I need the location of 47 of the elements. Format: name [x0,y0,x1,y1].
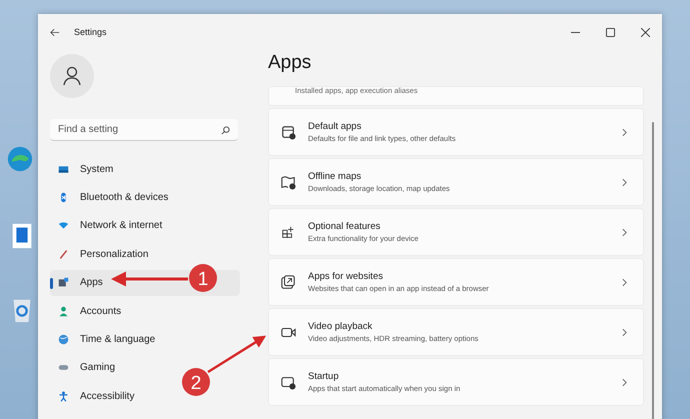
card-icon [281,224,296,240]
card-icon [281,174,296,190]
card-title: Offline maps [308,171,362,182]
annotation-badge [189,264,217,292]
category-icon [58,220,69,232]
category-icon [58,192,69,204]
card-title: Optional features [308,221,382,232]
page-heading: Apps [268,52,312,75]
annotation-arrow [207,336,266,374]
scrollbar-thumb[interactable] [652,122,654,419]
chevron-right-icon [622,178,627,186]
category-icon [58,164,69,175]
card-title: Video playback [308,321,374,332]
category-icon [58,277,69,288]
card-icon [281,124,296,140]
sidebar-item[interactable]: System [50,156,240,182]
card-title: Default apps [308,121,362,132]
sidebar-item[interactable]: Network & internet [50,212,240,240]
category-icon [58,248,69,260]
back-arrow-icon[interactable] [50,28,60,36]
annotation-number: 2 [190,373,202,394]
annotation-badge [182,368,210,396]
card-icon [281,274,296,290]
sidebar-item[interactable]: Bluetooth & devices [50,184,240,211]
selection-indicator [50,278,53,289]
sidebar-item[interactable]: Personalization [50,241,240,268]
close-icon[interactable] [641,28,650,36]
card-icon [281,374,296,390]
chevron-right-icon [622,228,627,236]
category-icon [58,390,69,402]
search-icon [221,126,230,135]
search-field[interactable]: Find a setting [50,119,238,141]
window-title: Settings [74,27,107,37]
sidebar-item[interactable]: Accounts [50,298,240,324]
card-title: Apps for websites [308,271,384,282]
chevron-right-icon [622,328,627,336]
maximize-icon[interactable] [606,28,615,36]
chevron-right-icon [622,128,627,136]
category-icon [58,334,69,346]
browser-icon [6,145,34,173]
chevron-right-icon [622,378,627,386]
card-title: Startup [308,371,340,382]
chevron-right-icon [622,278,627,286]
sidebar-item[interactable]: Time & language [50,326,240,353]
category-icon [58,306,69,317]
annotation-number: 1 [198,269,208,290]
person-icon [62,66,82,86]
